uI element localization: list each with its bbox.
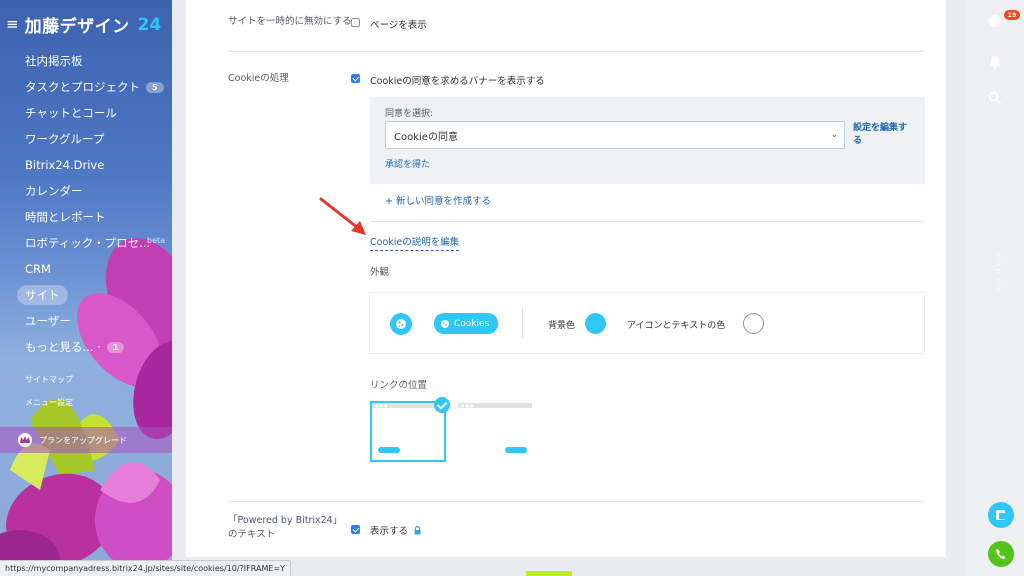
consent-selection-box: 同意を選択: Cookieの同意 ⌄ 設定を編集する 承認を得た (370, 97, 925, 184)
sidebar-item-label: CRM (25, 262, 51, 276)
sidebar-item-feed[interactable]: 社内掲示板 (0, 48, 172, 74)
notification-count-badge: 19 (1004, 10, 1020, 20)
cookie-icon-option[interactable] (390, 313, 412, 335)
chat-bubble-icon[interactable] (988, 14, 1002, 28)
powered-by-checkbox[interactable] (351, 525, 360, 534)
sidebar-item-label: カレンダー (25, 184, 83, 198)
logo[interactable]: ≡ 加藤デザイン 24 (6, 12, 162, 38)
show-powered-by-label: 表示する (370, 523, 421, 537)
sidebar-item-label: タスクとプロジェクト (25, 80, 140, 94)
call-button[interactable] (988, 541, 1014, 567)
sidebar-item-label: チャットとコール (25, 106, 117, 120)
logo-24: 24 (137, 14, 162, 35)
show-label: 表示する (370, 526, 409, 537)
company-name: 加藤デザイン (24, 17, 130, 37)
disable-site-label: サイトを一時的に無効にする (228, 16, 352, 27)
link-position-left-option[interactable]: ●●● (370, 401, 446, 462)
cookies-pill-option[interactable]: Cookies (434, 313, 499, 334)
sidebar-item-label: ロボティック・プロセ... (25, 236, 151, 250)
sidebar-item-tasks[interactable]: タスクとプロジェクト 5 (0, 74, 172, 100)
sidebar-item-label: ワークグループ (25, 132, 105, 146)
bottom-accent-bar (526, 571, 572, 576)
sitemap-link[interactable]: サイトマップ (25, 372, 73, 395)
show-page-label: ページを表示 (370, 20, 427, 31)
cookies-pill-label: Cookies (454, 318, 490, 329)
sidebar-item-time-reports[interactable]: 時間とレポート (0, 204, 172, 230)
sidebar-item-workgroups[interactable]: ワークグループ (0, 126, 172, 152)
cookie-handling-label: Cookieの処理 (228, 73, 289, 84)
upgrade-plan-label: プランをアップグレード (39, 435, 127, 445)
select-consent-label: 同意を選択: (385, 109, 434, 119)
cookie-banner-label: Cookieの同意を求めるバナーを表示する (370, 76, 545, 87)
row-divider (370, 221, 924, 222)
sidebar-item-users[interactable]: ユーザー (0, 308, 172, 334)
link-position-label: リンクの位置 (370, 380, 428, 391)
thumb-cookie-button (505, 447, 527, 453)
sidebar-item-chat[interactable]: チャットとコール (0, 100, 172, 126)
sidebar-item-rpa[interactable]: ロボティック・プロセ... beta (0, 230, 172, 256)
hamburger-menu-icon[interactable]: ≡ (6, 17, 19, 32)
beta-badge: beta (147, 236, 166, 245)
sidebar-item-drive[interactable]: Bitrix24.Drive (0, 152, 172, 178)
appearance-label: 外観 (370, 267, 390, 278)
phone-icon (996, 549, 1006, 559)
tasks-count-badge: 5 (146, 81, 164, 93)
vertical-divider (522, 308, 523, 338)
sidebar-item-crm[interactable]: CRM (0, 256, 172, 282)
sidebar-small-links: サイトマップ メニュー設定 (25, 372, 73, 418)
link-position-right-option[interactable]: ●●● (458, 403, 532, 460)
new-consent-link[interactable]: + 新しい同意を作成する (385, 193, 491, 207)
powered-by-label: 「Powered by Bitrix24」のテキスト (228, 515, 338, 540)
sidebar-item-label: 社内掲示板 (25, 54, 83, 68)
show-page-checkbox[interactable] (351, 18, 360, 27)
sidebar-item-label: ユーザー (25, 314, 71, 328)
crown-icon (18, 433, 32, 447)
icon-text-color-label: アイコンとテキストの色 (627, 321, 726, 331)
status-url-bar: https://mycompanyadress.bitrix24.jp/site… (0, 560, 291, 576)
more-count-badge: 1 (106, 341, 125, 353)
left-sidebar: ≡ 加藤デザイン 24 社内掲示板 タスクとプロジェクト 5 チャットとコール ワ… (0, 0, 172, 576)
settings-panel: サイトを一時的に無効にする ページを表示 Cookieの処理 Cookieの同意… (186, 0, 946, 557)
bg-color-swatch[interactable] (585, 313, 606, 334)
selected-check-icon (434, 397, 450, 413)
cookie-banner-checkbox[interactable] (351, 74, 360, 83)
bg-color-label: 背景色 (548, 321, 576, 331)
sidebar-nav: 社内掲示板 タスクとプロジェクト 5 チャットとコール ワークグループ Bitri… (0, 48, 172, 360)
bell-icon[interactable] (988, 55, 1002, 69)
edit-cookie-description-link[interactable]: Cookieの説明を編集 (370, 234, 460, 251)
sidebar-item-label: もっと見る... · (25, 340, 101, 354)
menu-settings-link[interactable]: メニュー設定 (25, 395, 73, 418)
sidebar-item-label: サイト (17, 285, 68, 305)
row-divider (228, 51, 924, 52)
thumb-dots: ●●● (461, 403, 475, 408)
cookie-icon (396, 319, 406, 329)
sidebar-item-label: Bitrix24.Drive (25, 158, 105, 172)
sidebar-item-label: 時間とレポート (25, 210, 106, 224)
thumb-dots: ●●● (375, 403, 389, 408)
annotation-arrow-icon (319, 197, 366, 235)
search-icon[interactable] (988, 91, 1002, 105)
consent-select[interactable]: Cookieの同意 ⌄ (385, 121, 845, 149)
sidebar-item-more[interactable]: もっと見る... · 1 (0, 334, 172, 360)
sidebar-item-sites[interactable]: サイト (0, 282, 172, 308)
appearance-card: Cookies 背景色 アイコンとテキストの色 (370, 293, 924, 353)
icon-text-color-swatch[interactable] (743, 313, 764, 334)
online-vertical-label: オンライン (994, 252, 1002, 292)
thumb-cookie-button (378, 447, 400, 453)
approved-link[interactable]: 承認を得た (385, 157, 430, 170)
lock-icon (414, 526, 421, 535)
open-lines-button[interactable] (988, 502, 1014, 528)
cookie-icon (441, 319, 449, 328)
upgrade-plan-button[interactable]: プランをアップグレード (0, 427, 172, 453)
document-icon (996, 510, 1005, 520)
sidebar-item-calendar[interactable]: カレンダー (0, 178, 172, 204)
chevron-down-icon: ⌄ (830, 130, 838, 140)
consent-select-value: Cookieの同意 (394, 131, 458, 143)
edit-settings-link[interactable]: 設定を編集する (853, 122, 915, 148)
row-divider (228, 501, 924, 502)
